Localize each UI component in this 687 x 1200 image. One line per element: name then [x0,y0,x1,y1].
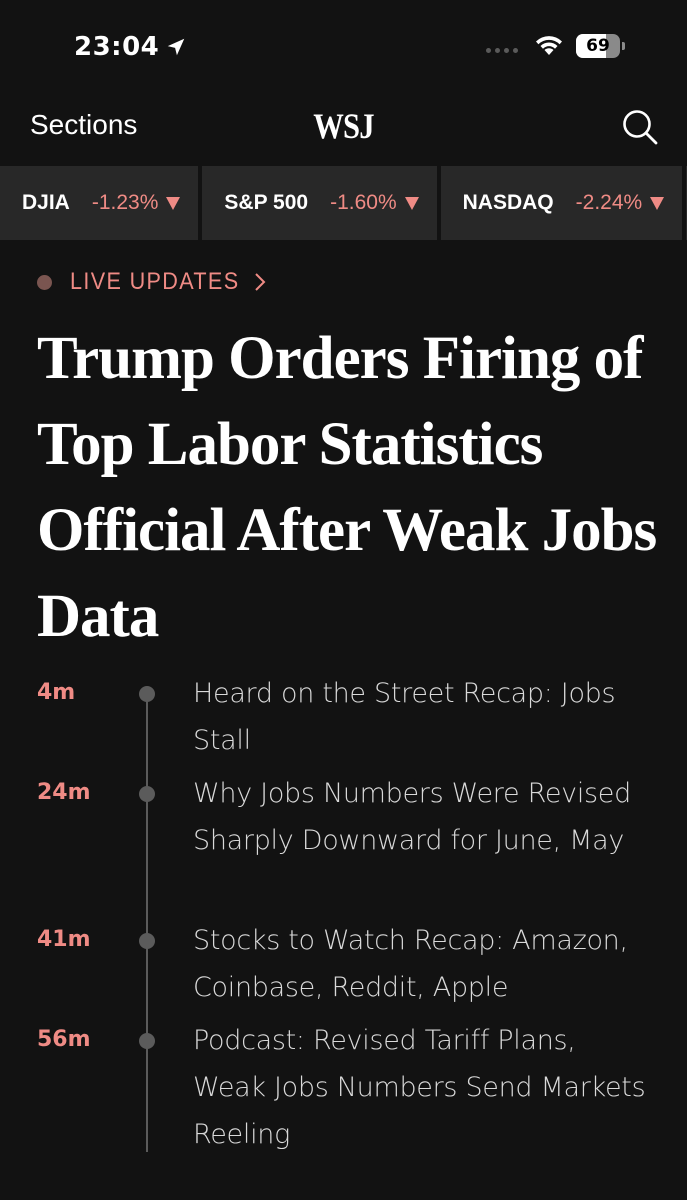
battery-level: 69 [586,36,610,56]
ticker-name: S&P 500 [224,191,309,214]
top-nav: Sections WSJ [0,95,687,165]
timeline-title: Stocks to Watch Recap: Amazon, Coinbase,… [193,925,628,1003]
down-triangle-icon [404,196,419,210]
timeline-dot-icon [139,786,155,802]
timeline-title: Podcast: Revised Tariff Plans, Weak Jobs… [193,1025,646,1150]
live-dot-icon [37,274,52,290]
ticker-item-nasdaq[interactable]: NASDAQ -2.24% [440,166,683,240]
ticker-name: DJIA [22,191,70,214]
timeline-dot-icon [139,686,155,702]
wsj-logo: WSJ [313,106,374,146]
battery-icon: 69 [576,34,625,58]
market-ticker: DJIA -1.23% S&P 500 -1.60% NASDAQ -2.24%… [0,166,687,240]
ticker-item-sp500[interactable]: S&P 500 -1.60% [202,166,437,240]
ticker-change: -1.23% [91,191,159,214]
clock: 23:04 [74,30,187,64]
timeline-time: 4m [37,680,76,705]
live-updates-label: LIVE UPDATES [70,268,240,295]
down-triangle-icon [650,196,665,210]
search-icon[interactable] [620,107,660,147]
timeline-title: Why Jobs Numbers Were Revised Sharply Do… [193,778,631,856]
timeline-dot-icon [139,933,155,949]
status-bar: 23:04 69 [0,0,687,95]
ticker-change: -2.24% [575,191,643,214]
timeline-time: 24m [37,780,91,805]
timeline-dot-icon [139,1033,155,1049]
wifi-icon [536,36,562,55]
timeline-time: 56m [37,1027,91,1052]
article-headline[interactable]: Trump Orders Firing of Top Labor Statist… [37,316,657,660]
timeline-time: 41m [37,927,91,952]
chevron-right-icon [255,273,266,291]
ticker-item-djia[interactable]: DJIA -1.23% [0,166,199,240]
status-time: 23:04 [74,32,160,62]
timeline-title: Heard on the Street Recap: Jobs Stall [193,678,616,756]
timeline-line [146,692,148,1152]
location-arrow-icon [168,38,185,56]
down-triangle-icon [166,196,181,210]
live-updates-link[interactable]: LIVE UPDATES [37,264,268,300]
signal-icon [486,48,518,53]
ticker-change: -1.60% [330,191,397,214]
ticker-name: NASDAQ [462,191,554,214]
